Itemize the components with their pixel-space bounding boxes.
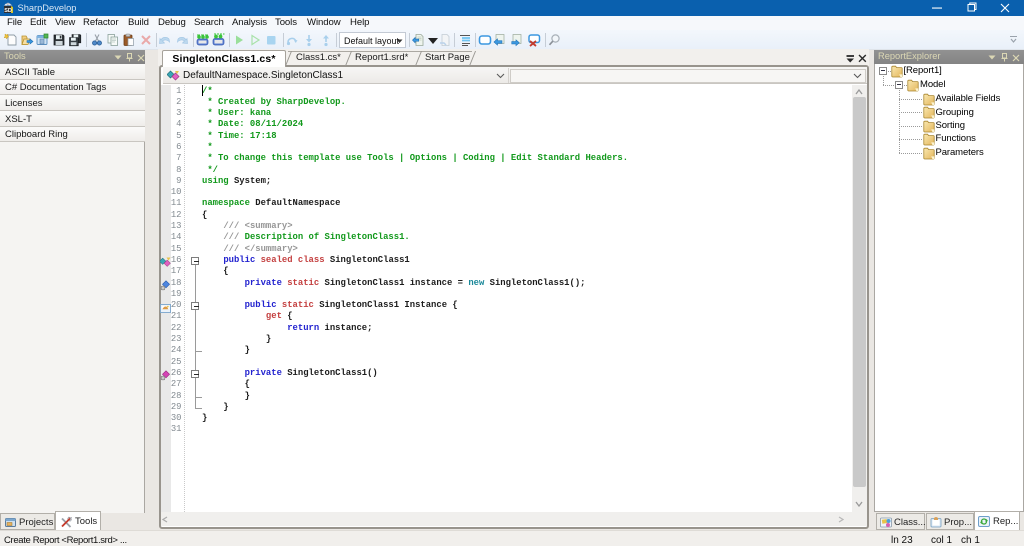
svg-text:SD: SD: [4, 8, 12, 14]
